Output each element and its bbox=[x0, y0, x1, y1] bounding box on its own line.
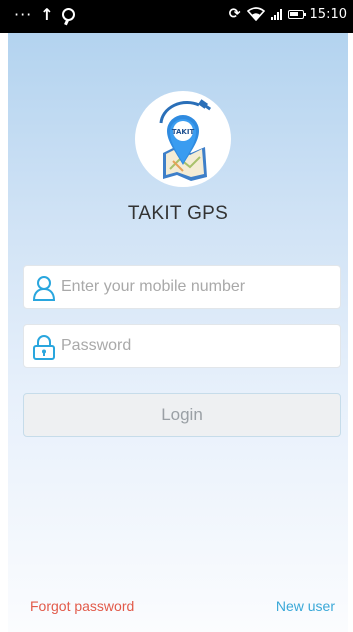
password-field[interactable] bbox=[23, 324, 341, 368]
more-notifications-icon: ··· bbox=[14, 5, 33, 24]
lock-icon bbox=[33, 335, 55, 360]
search-notification-icon bbox=[61, 7, 75, 21]
forgot-password-link[interactable]: Forgot password bbox=[30, 598, 134, 614]
login-button[interactable]: Login bbox=[23, 393, 341, 437]
mobile-number-field[interactable] bbox=[23, 265, 341, 309]
status-right: ⟳ 15:10 bbox=[229, 6, 347, 22]
user-icon bbox=[32, 276, 56, 301]
arrow-up-icon: ↑ bbox=[40, 5, 54, 24]
mobile-number-input[interactable] bbox=[61, 266, 333, 308]
password-input[interactable] bbox=[61, 325, 333, 367]
signal-icon bbox=[270, 8, 282, 20]
status-time: 15:10 bbox=[309, 6, 347, 22]
status-left: ··· ↑ bbox=[14, 6, 75, 24]
status-bar: ··· ↑ ⟳ 15:10 bbox=[0, 0, 353, 33]
svg-text:TAKIT: TAKIT bbox=[172, 128, 195, 136]
login-screen: TAKIT TAKIT GPS Login Forgot password Ne… bbox=[8, 33, 348, 632]
battery-icon bbox=[287, 9, 306, 19]
wifi-icon bbox=[246, 7, 265, 21]
new-user-link[interactable]: New user bbox=[276, 598, 335, 614]
app-title: TAKIT GPS bbox=[127, 203, 229, 224]
app-logo: TAKIT bbox=[135, 91, 231, 187]
sync-icon: ⟳ bbox=[228, 6, 241, 22]
map-pin-logo-icon: TAKIT bbox=[159, 99, 212, 181]
